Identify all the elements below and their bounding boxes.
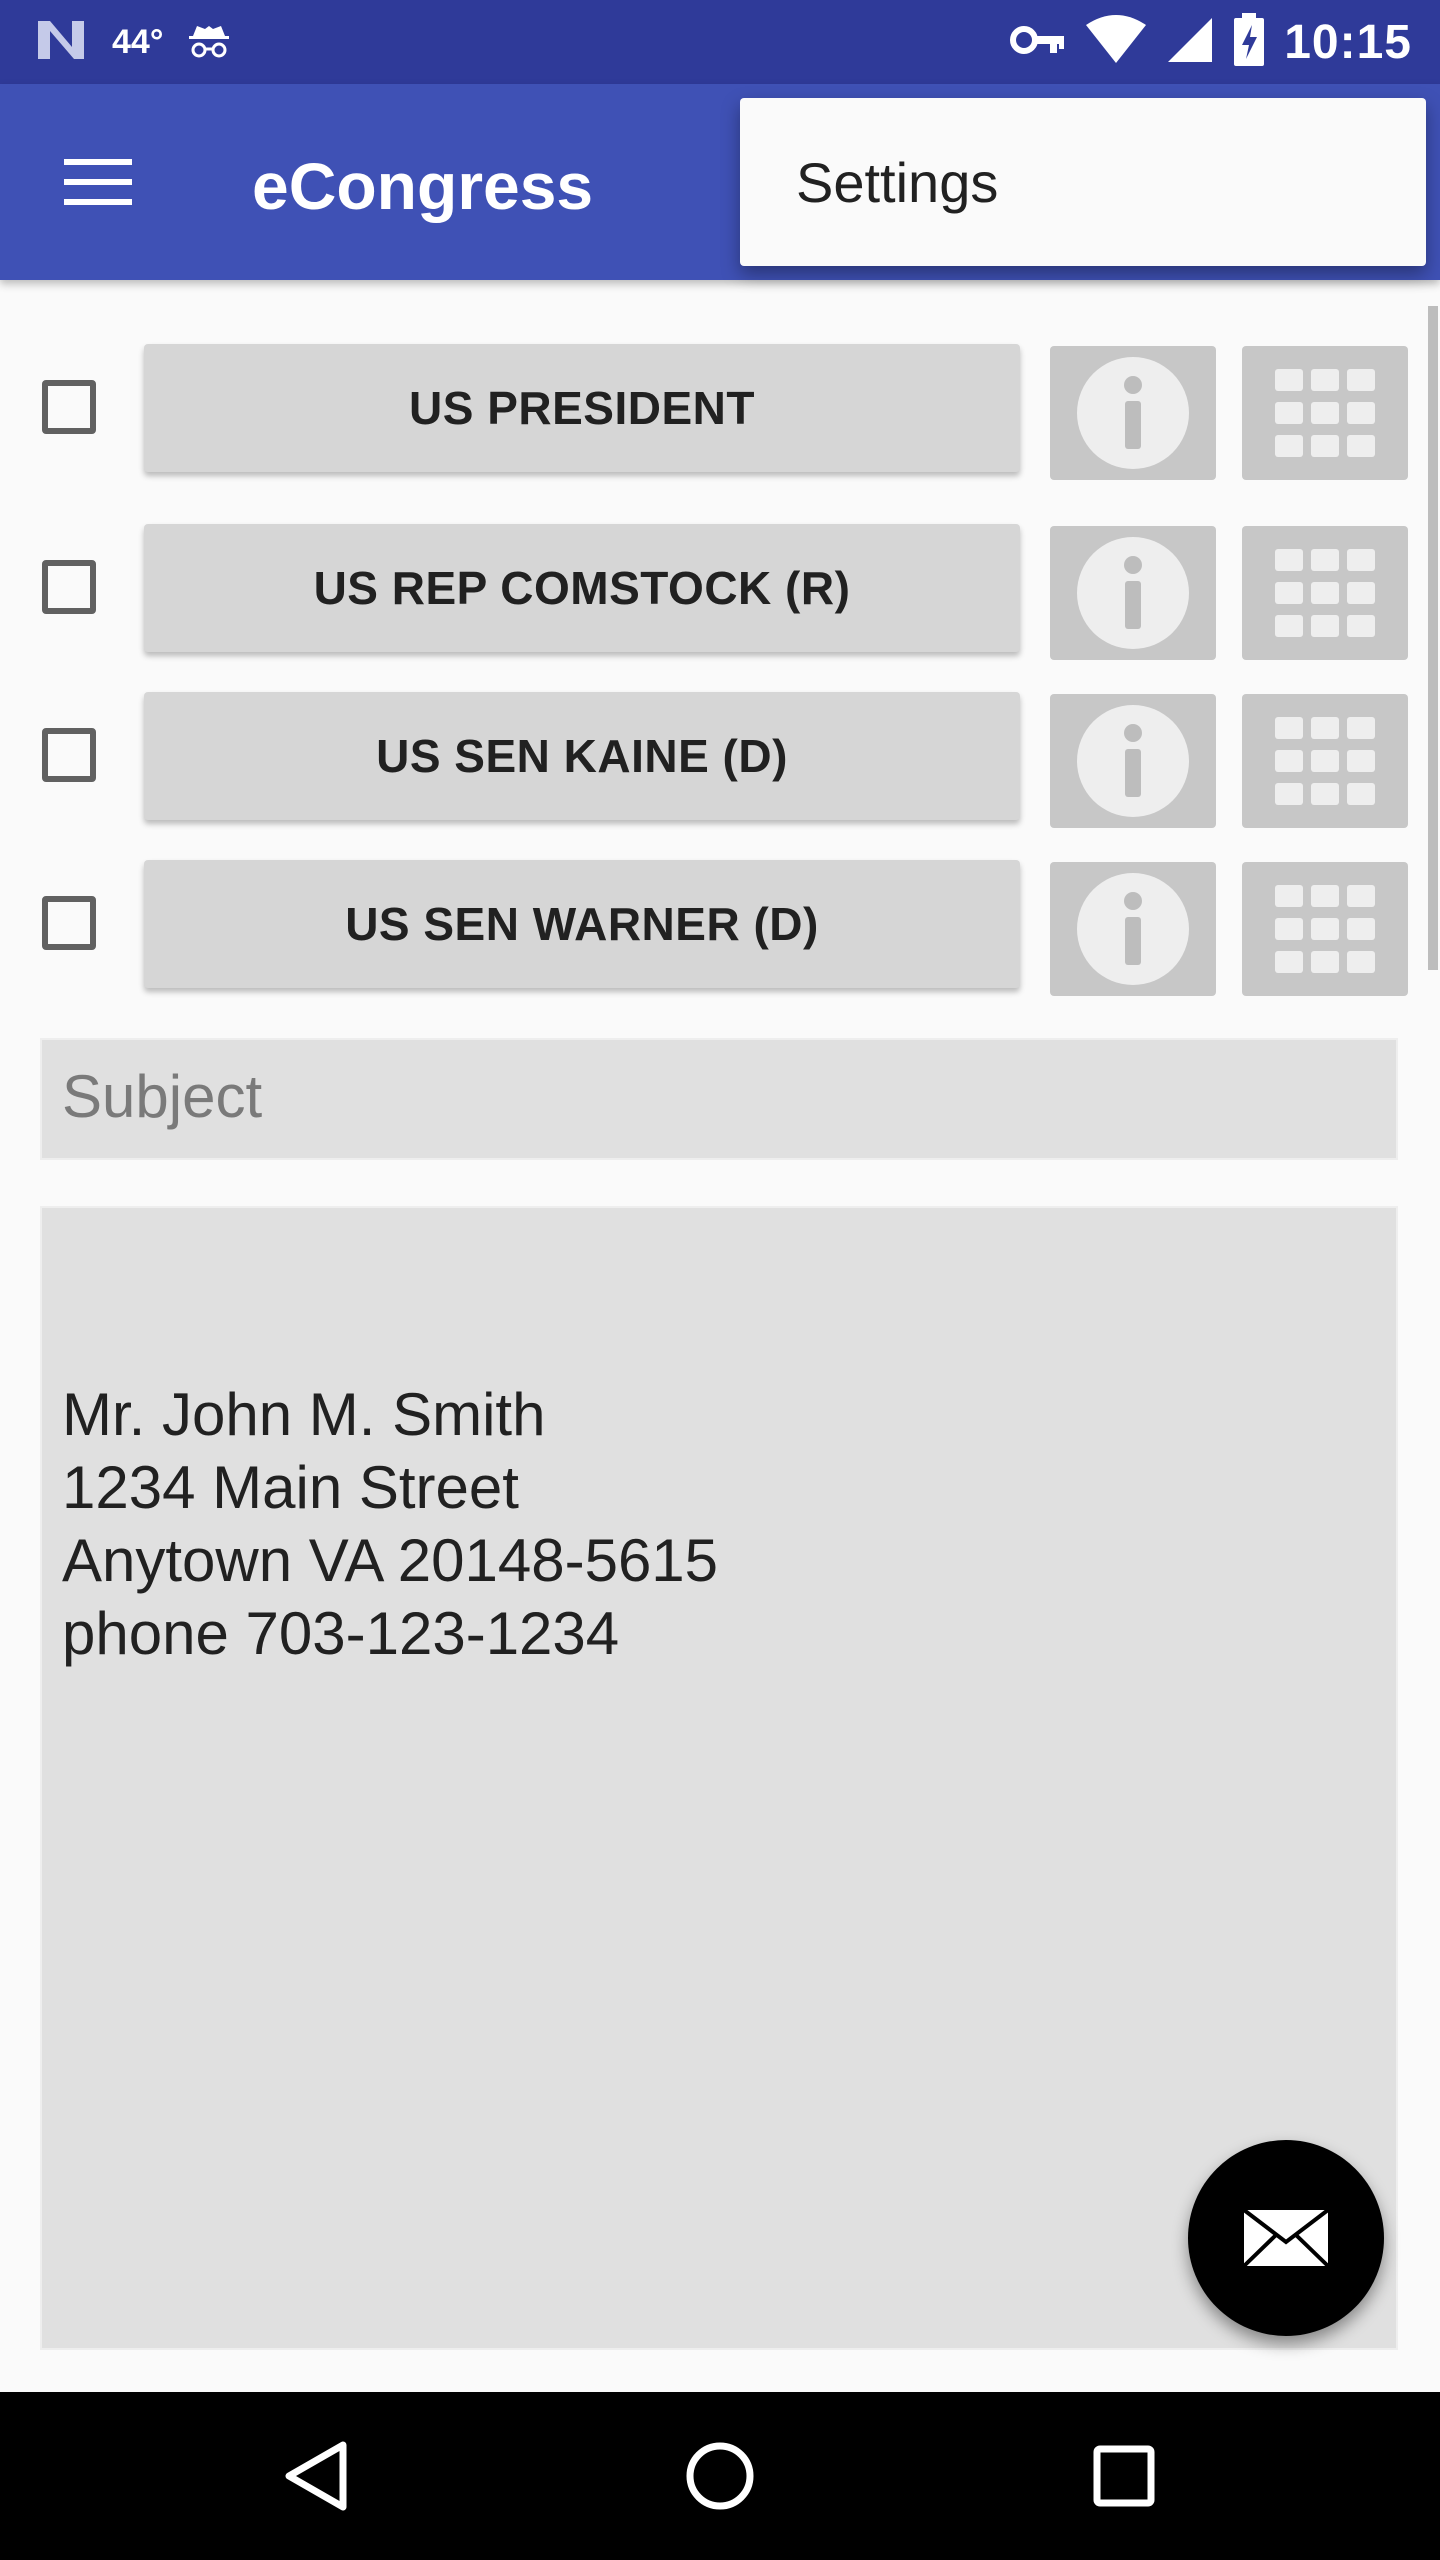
keypad-button[interactable] <box>1242 526 1408 660</box>
keypad-button[interactable] <box>1242 862 1408 996</box>
message-line: Mr. John M. Smith <box>62 1381 546 1448</box>
navigation-bar <box>0 2392 1440 2560</box>
representative-button[interactable]: US SEN WARNER (D) <box>144 860 1020 988</box>
info-button[interactable] <box>1050 694 1216 828</box>
keypad-grid-icon <box>1275 369 1375 457</box>
representative-checkbox[interactable] <box>42 728 96 782</box>
recents-icon[interactable] <box>1064 2426 1184 2526</box>
info-button[interactable] <box>1050 346 1216 480</box>
clock-text: 10:15 <box>1284 15 1412 69</box>
keypad-grid-icon <box>1275 717 1375 805</box>
info-button[interactable] <box>1050 862 1216 996</box>
info-icon <box>1077 357 1189 469</box>
keypad-button[interactable] <box>1242 694 1408 828</box>
send-email-button[interactable] <box>1188 2140 1384 2336</box>
representative-checkbox[interactable] <box>42 380 96 434</box>
info-button[interactable] <box>1050 526 1216 660</box>
info-icon <box>1077 873 1189 985</box>
cell-signal-icon <box>1166 16 1214 69</box>
battery-charging-icon <box>1232 12 1266 72</box>
keypad-grid-icon <box>1275 549 1375 637</box>
representative-checkbox[interactable] <box>42 560 96 614</box>
representative-button[interactable]: US REP COMSTOCK (R) <box>144 524 1020 652</box>
wifi-icon <box>1084 14 1148 70</box>
incognito-icon <box>187 20 231 65</box>
envelope-icon <box>1242 2208 1330 2268</box>
message-line: phone 703-123-1234 <box>62 1600 620 1667</box>
hamburger-menu-icon[interactable] <box>50 144 146 220</box>
info-icon <box>1077 537 1189 649</box>
representative-checkbox[interactable] <box>42 896 96 950</box>
temperature-text: 44° <box>112 22 164 61</box>
menu-item-settings[interactable]: Settings <box>796 150 998 215</box>
status-bar: 44° 10:15 <box>0 0 1440 84</box>
app-title: eCongress <box>252 149 594 223</box>
keypad-button[interactable] <box>1242 346 1408 480</box>
representative-row: US PRESIDENT <box>0 344 1440 480</box>
n-logo-icon <box>34 17 88 68</box>
representative-button[interactable]: US PRESIDENT <box>144 344 1020 472</box>
representative-button[interactable]: US SEN KAINE (D) <box>144 692 1020 820</box>
back-icon[interactable] <box>256 2426 376 2526</box>
keypad-grid-icon <box>1275 885 1375 973</box>
info-icon <box>1077 705 1189 817</box>
overflow-menu: Settings <box>740 98 1426 266</box>
representative-row: US SEN KAINE (D) <box>0 692 1440 828</box>
vpn-key-icon <box>1010 23 1066 62</box>
representative-row: US REP COMSTOCK (R) <box>0 524 1440 660</box>
representative-row: US SEN WARNER (D) <box>0 860 1440 996</box>
message-line: 1234 Main Street <box>62 1454 519 1521</box>
home-icon[interactable] <box>660 2426 780 2526</box>
message-body-textarea[interactable]: Mr. John M. Smith 1234 Main Street Anyto… <box>40 1206 1398 2350</box>
subject-input[interactable]: Subject <box>40 1038 1398 1160</box>
message-line: Anytown VA 20148-5615 <box>62 1527 719 1594</box>
